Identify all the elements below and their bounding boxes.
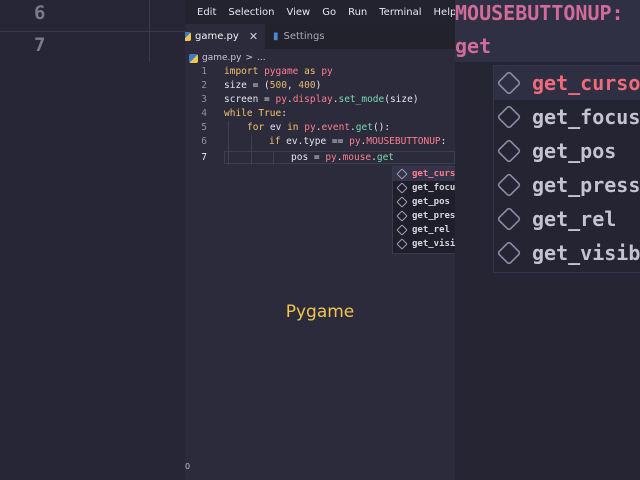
line-number: 1 xyxy=(201,66,207,77)
line-number: 2 xyxy=(201,80,207,91)
method-icon xyxy=(496,70,522,96)
video-caption: Pygame xyxy=(285,302,355,322)
autocomplete-item[interactable]: get_pressed xyxy=(393,209,455,223)
zoomed-suggestion: get_visible xyxy=(496,236,640,270)
method-icon xyxy=(396,210,408,222)
method-icon xyxy=(496,172,522,198)
line-number: 3 xyxy=(201,94,207,105)
menu-go[interactable]: Go xyxy=(322,7,336,18)
method-icon xyxy=(496,138,522,164)
autocomplete-popup: get_cursor get_focused get_pos get_press… xyxy=(392,166,455,254)
method-icon xyxy=(396,238,408,250)
line-number: 7 xyxy=(201,152,207,163)
breadcrumb-rest[interactable]: ... xyxy=(257,53,266,63)
tab-label: game.py xyxy=(195,31,239,42)
method-icon xyxy=(496,240,522,266)
autocomplete-item[interactable]: get_focused xyxy=(393,181,455,195)
close-icon[interactable]: ✕ xyxy=(249,30,258,43)
tab-settings[interactable]: ▮ Settings xyxy=(273,24,325,49)
zoomed-suggestion: get_cursor xyxy=(496,66,640,100)
python-file-icon xyxy=(189,53,198,63)
autocomplete-item[interactable]: get_rel xyxy=(393,223,455,237)
zoomed-autocomplete: get_cursor get_focused get_pos get_press… xyxy=(493,65,640,273)
method-icon xyxy=(396,224,408,236)
tab-game-py[interactable]: game.py ✕ xyxy=(185,24,265,49)
menu-terminal[interactable]: Terminal xyxy=(379,7,421,18)
tab-bar: game.py ✕ ▮ Settings xyxy=(185,24,455,49)
editor-window: Edit Selection View Go Run Terminal Help… xyxy=(185,0,455,480)
method-icon xyxy=(396,196,408,208)
breadcrumb-separator: > xyxy=(245,53,253,63)
method-icon xyxy=(396,182,408,194)
method-icon xyxy=(396,168,408,180)
code-line: 6 if ev.type == py.MOUSEBUTTONUP: xyxy=(185,135,455,149)
menu-run[interactable]: Run xyxy=(348,7,367,18)
python-file-icon xyxy=(185,32,191,41)
code-line: 7 pos = py.mouse.get xyxy=(185,151,455,165)
breadcrumb-file[interactable]: game.py xyxy=(202,53,241,63)
menu-view[interactable]: View xyxy=(286,7,310,18)
code-line: 2 size = (500, 400) xyxy=(185,79,455,93)
code-line: 5 for ev in py.event.get(): xyxy=(185,121,455,135)
zoomed-suggestion: get_rel xyxy=(496,202,616,236)
zoomed-gutter: 6 7 xyxy=(0,0,186,480)
menu-selection[interactable]: Selection xyxy=(228,7,274,18)
code-line: 4 while True: xyxy=(185,107,455,121)
zoomed-grid xyxy=(0,0,186,62)
zoomed-suggestion: get_focused xyxy=(496,100,640,134)
zoomed-suggestion: get_pos xyxy=(496,134,616,168)
menu-edit[interactable]: Edit xyxy=(197,7,216,18)
zoomed-suggestion: get_pressed xyxy=(496,168,640,202)
menu-help[interactable]: Help xyxy=(434,7,455,18)
settings-file-icon: ▮ xyxy=(273,31,279,42)
menu-bar: Edit Selection View Go Run Terminal Help xyxy=(185,0,455,24)
breadcrumb: game.py > ... xyxy=(185,50,266,66)
zoomed-line-number: 6 xyxy=(34,2,46,24)
line-number: 4 xyxy=(201,108,207,119)
code-line: 3 screen = py.display.set_mode(size) xyxy=(185,93,455,107)
zoomed-line-number: 7 xyxy=(34,34,46,56)
tab-label: Settings xyxy=(283,31,325,42)
zoomed-code-bottom: get xyxy=(455,34,492,58)
code-line: 1 import pygame as py xyxy=(185,65,455,79)
line-number: 6 xyxy=(201,136,207,147)
line-number: 5 xyxy=(201,122,207,133)
autocomplete-item[interactable]: get_cursor xyxy=(393,167,455,181)
zoomed-code-top: MOUSEBUTTONUP: xyxy=(455,1,624,25)
method-icon xyxy=(496,206,522,232)
autocomplete-item[interactable]: get_visible xyxy=(393,237,455,251)
status-bar: 0 xyxy=(185,462,191,471)
method-icon xyxy=(496,104,522,130)
autocomplete-item[interactable]: get_pos xyxy=(393,195,455,209)
